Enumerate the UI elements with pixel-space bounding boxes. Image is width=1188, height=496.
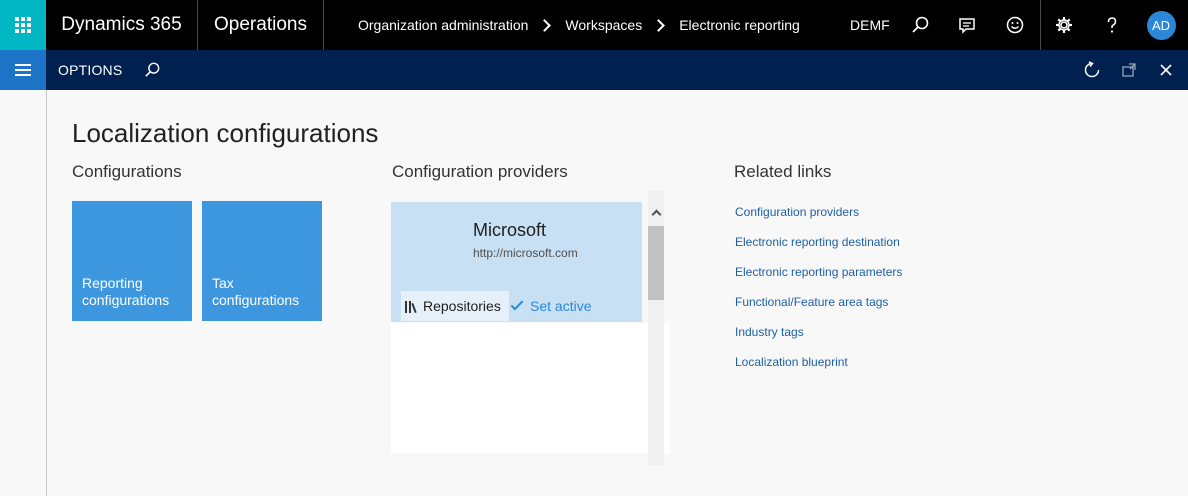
search-icon <box>145 62 160 77</box>
module-name[interactable]: Operations <box>198 0 324 50</box>
provider-name: Microsoft <box>473 220 547 240</box>
chevron-right-icon <box>652 18 666 32</box>
breadcrumb: Organization administration Workspaces E… <box>358 0 800 50</box>
avatar: AD <box>1146 10 1176 40</box>
feedback-button[interactable] <box>992 0 1038 50</box>
action-pane: OPTIONS <box>0 50 1188 90</box>
breadcrumb-item-electronic-reporting[interactable]: Electronic reporting <box>679 17 800 33</box>
waffle-icon <box>15 17 31 33</box>
tile-reporting-configurations[interactable]: Reporting configurations <box>72 201 192 321</box>
smiley-icon <box>1006 16 1024 34</box>
app-name[interactable]: Dynamics 365 <box>46 0 198 50</box>
repositories-button[interactable]: Repositories <box>401 291 509 321</box>
collapsed-navigation-pane <box>0 90 47 496</box>
search-button[interactable] <box>897 0 943 50</box>
breadcrumb-item-workspaces[interactable]: Workspaces <box>565 17 642 33</box>
app-launcher-button[interactable] <box>0 0 46 50</box>
chevron-right-icon <box>538 18 552 32</box>
breadcrumb-item-organization-administration[interactable]: Organization administration <box>358 17 528 33</box>
close-button[interactable] <box>1149 50 1183 90</box>
configurations-heading: Configurations <box>72 162 182 181</box>
link-configuration-providers[interactable]: Configuration providers <box>735 204 902 234</box>
refresh-icon <box>1084 61 1100 78</box>
page-title: Localization configurations <box>72 118 379 148</box>
action-search-button[interactable] <box>135 50 169 90</box>
company-picker[interactable]: DEMF <box>850 0 890 50</box>
set-active-button[interactable]: Set active <box>510 291 591 321</box>
link-localization-blueprint[interactable]: Localization blueprint <box>735 354 902 384</box>
provider-list-empty-area <box>391 323 670 454</box>
messages-button[interactable] <box>944 0 990 50</box>
library-icon <box>405 299 417 314</box>
popout-icon <box>1122 63 1136 77</box>
message-icon <box>959 18 975 34</box>
scrollbar-thumb[interactable] <box>648 226 664 300</box>
options-tab[interactable]: OPTIONS <box>58 50 122 90</box>
search-icon <box>912 16 929 33</box>
refresh-button[interactable] <box>1075 50 1109 90</box>
link-electronic-reporting-destination[interactable]: Electronic reporting destination <box>735 234 902 264</box>
gear-icon <box>1056 17 1072 33</box>
tile-label: Reporting configurations <box>82 275 170 308</box>
question-mark-icon <box>1107 17 1117 33</box>
tile-tax-configurations[interactable]: Tax configurations <box>202 201 322 321</box>
related-links-heading: Related links <box>734 162 832 181</box>
set-active-label: Set active <box>530 298 592 314</box>
tile-label: Tax configurations <box>212 275 300 308</box>
checkmark-icon <box>510 297 524 311</box>
close-icon <box>1160 64 1172 76</box>
related-links-list: Configuration providers Electronic repor… <box>735 204 902 384</box>
configuration-providers-heading: Configuration providers <box>392 162 568 181</box>
top-navigation-bar: Dynamics 365 Operations Organization adm… <box>0 0 1188 50</box>
link-electronic-reporting-parameters[interactable]: Electronic reporting parameters <box>735 264 902 294</box>
link-functional-feature-area-tags[interactable]: Functional/Feature area tags <box>735 294 902 324</box>
scroll-up-button[interactable] <box>648 203 664 221</box>
open-new-window-button[interactable] <box>1112 50 1146 90</box>
repositories-label: Repositories <box>423 298 501 314</box>
chevron-up-icon <box>651 209 661 219</box>
navigation-menu-button[interactable] <box>0 50 46 90</box>
provider-card-microsoft[interactable]: Microsoft http://microsoft.com Repositor… <box>391 202 642 322</box>
hamburger-icon <box>15 61 31 79</box>
help-button[interactable] <box>1089 0 1135 50</box>
link-industry-tags[interactable]: Industry tags <box>735 324 902 354</box>
settings-button[interactable] <box>1041 0 1087 50</box>
provider-url: http://microsoft.com <box>473 246 578 260</box>
user-menu-button[interactable]: AD <box>1138 0 1184 50</box>
